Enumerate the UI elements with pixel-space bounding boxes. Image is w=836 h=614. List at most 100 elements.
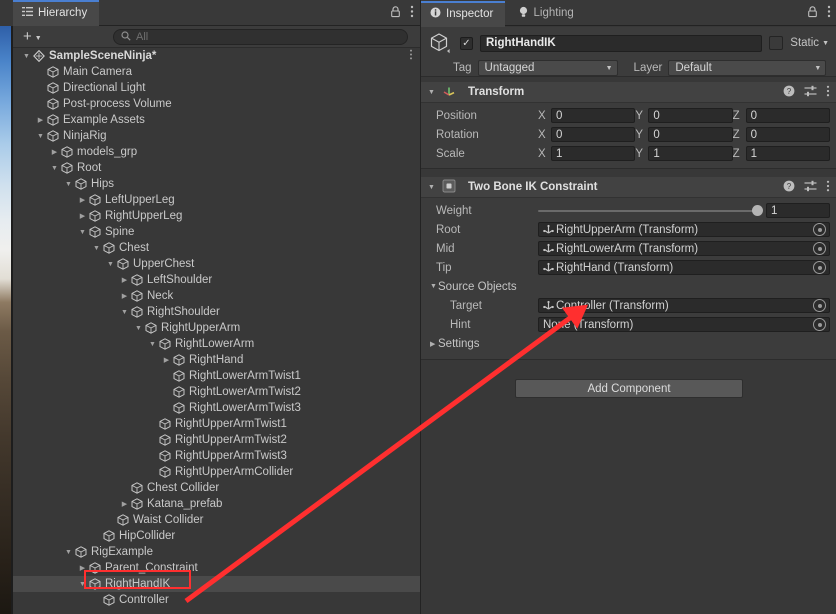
- hierarchy-row-directional-light[interactable]: Directional Light: [13, 80, 420, 96]
- chevron-right-icon[interactable]: ▶: [49, 148, 60, 156]
- hierarchy-row-main-camera[interactable]: Main Camera: [13, 64, 420, 80]
- kebab-menu-icon[interactable]: [827, 5, 831, 21]
- preset-sliders-icon[interactable]: [804, 180, 817, 195]
- chevron-down-icon[interactable]: ▼: [49, 165, 60, 172]
- hierarchy-row-post-process-volume[interactable]: Post-process Volume: [13, 96, 420, 112]
- source-hint-field[interactable]: None (Transform): [538, 317, 830, 332]
- hierarchy-row-spine[interactable]: ▼ Spine: [13, 224, 420, 240]
- chevron-down-icon[interactable]: ▼: [147, 341, 158, 348]
- tab-lighting[interactable]: Lighting: [509, 0, 586, 26]
- chevron-down-icon[interactable]: ▼: [119, 309, 130, 316]
- chevron-right-icon[interactable]: ▶: [161, 356, 172, 364]
- source-target-picker-icon[interactable]: [813, 299, 826, 312]
- weight-slider-handle[interactable]: [752, 204, 763, 216]
- chevron-right-icon[interactable]: ▶: [35, 116, 46, 124]
- hierarchy-row-leftupperleg[interactable]: ▶ LeftUpperLeg: [13, 192, 420, 208]
- hierarchy-row-hips[interactable]: ▼ Hips: [13, 176, 420, 192]
- ik-root-picker-icon[interactable]: [813, 223, 826, 236]
- chevron-down-icon[interactable]: ▼: [428, 89, 436, 96]
- transform-scale-y-field[interactable]: 1: [648, 146, 733, 161]
- hierarchy-row-root[interactable]: ▼ Root: [13, 160, 420, 176]
- kebab-menu-icon[interactable]: [826, 85, 830, 100]
- hierarchy-row-controller[interactable]: Controller: [13, 592, 420, 608]
- kebab-menu-icon[interactable]: [826, 180, 830, 195]
- settings-group[interactable]: ▶ Settings: [421, 334, 836, 353]
- hierarchy-row-ninjarig[interactable]: ▼ NinjaRig: [13, 128, 420, 144]
- chevron-down-icon[interactable]: ▼: [21, 53, 32, 60]
- hierarchy-row-rightupperarmtwist3[interactable]: RightUpperArmTwist3: [13, 448, 420, 464]
- transform-rotation-z-field[interactable]: 0: [745, 127, 830, 142]
- two-bone-ik-header[interactable]: ▼ Two Bone IK Constraint ?: [421, 177, 836, 198]
- chevron-right-icon[interactable]: ▶: [119, 276, 130, 284]
- chevron-down-icon[interactable]: ▼: [428, 283, 438, 290]
- transform-header[interactable]: ▼ Transform ?: [421, 82, 836, 103]
- hierarchy-row-rightlowerarmtwist2[interactable]: RightLowerArmTwist2: [13, 384, 420, 400]
- source-hint-picker-icon[interactable]: [813, 318, 826, 331]
- chevron-right-icon[interactable]: ▶: [77, 212, 88, 220]
- hierarchy-row-parent-constraint[interactable]: ▶ Parent_Constraint: [13, 560, 420, 576]
- hierarchy-row-hipcollider[interactable]: HipCollider: [13, 528, 420, 544]
- hierarchy-search[interactable]: [113, 29, 408, 45]
- chevron-right-icon[interactable]: ▶: [428, 340, 438, 348]
- ik-mid-field[interactable]: RightLowerArm (Transform): [538, 241, 830, 256]
- hierarchy-row-models-grp[interactable]: ▶ models_grp: [13, 144, 420, 160]
- chevron-down-icon[interactable]: ▼: [428, 184, 436, 191]
- lock-icon[interactable]: [390, 5, 401, 21]
- hierarchy-row-righthandik[interactable]: ▼ RightHandIK: [13, 576, 420, 592]
- hierarchy-row-rightlowerarmtwist3[interactable]: RightLowerArmTwist3: [13, 400, 420, 416]
- game-object-enabled-checkbox[interactable]: ✓: [460, 36, 473, 50]
- game-object-name-field[interactable]: RightHandIK: [480, 34, 763, 52]
- hierarchy-tree[interactable]: ▼ SampleSceneNinja* Main Camera Directional…: [13, 48, 420, 614]
- chevron-down-icon[interactable]: ▼: [91, 245, 102, 252]
- static-checkbox[interactable]: [769, 36, 784, 50]
- help-icon[interactable]: ?: [783, 85, 795, 100]
- hierarchy-row-rightupperleg[interactable]: ▶ RightUpperLeg: [13, 208, 420, 224]
- transform-position-z-field[interactable]: 0: [745, 108, 830, 123]
- create-object-button[interactable]: + ▼: [19, 29, 46, 44]
- help-icon[interactable]: ?: [783, 180, 795, 195]
- transform-position-x-field[interactable]: 0: [551, 108, 636, 123]
- hierarchy-row-neck[interactable]: ▶ Neck: [13, 288, 420, 304]
- kebab-menu-icon[interactable]: [409, 49, 413, 63]
- hierarchy-row-chest[interactable]: ▼ Chest: [13, 240, 420, 256]
- ik-root-field[interactable]: RightUpperArm (Transform): [538, 222, 830, 237]
- hierarchy-row-rightshoulder[interactable]: ▼ RightShoulder: [13, 304, 420, 320]
- static-dropdown[interactable]: Static ▼: [790, 37, 829, 49]
- tag-dropdown[interactable]: Untagged ▼: [477, 60, 618, 76]
- lock-icon[interactable]: [807, 5, 818, 21]
- hierarchy-row-katana-prefab[interactable]: ▶ Katana_prefab: [13, 496, 420, 512]
- transform-scale-x-field[interactable]: 1: [551, 146, 636, 161]
- ik-mid-picker-icon[interactable]: [813, 242, 826, 255]
- ik-tip-field[interactable]: RightHand (Transform): [538, 260, 830, 275]
- weight-slider[interactable]: [538, 204, 763, 216]
- hierarchy-row-waist-collider[interactable]: Waist Collider: [13, 512, 420, 528]
- chevron-down-icon[interactable]: ▼: [63, 549, 74, 556]
- hierarchy-row-rightupperarmcollider[interactable]: RightUpperArmCollider: [13, 464, 420, 480]
- weight-value-field[interactable]: 1: [766, 203, 830, 218]
- hierarchy-search-input[interactable]: [136, 31, 400, 43]
- hierarchy-row-samplesceneninja[interactable]: ▼ SampleSceneNinja*: [13, 48, 420, 64]
- hierarchy-row-rigexample[interactable]: ▼ RigExample: [13, 544, 420, 560]
- hierarchy-row-upperchest[interactable]: ▼ UpperChest: [13, 256, 420, 272]
- chevron-right-icon[interactable]: ▶: [77, 196, 88, 204]
- hierarchy-row-rightupperarm[interactable]: ▼ RightUpperArm: [13, 320, 420, 336]
- transform-position-y-field[interactable]: 0: [648, 108, 733, 123]
- chevron-right-icon[interactable]: ▶: [119, 292, 130, 300]
- chevron-right-icon[interactable]: ▶: [77, 564, 88, 572]
- preset-sliders-icon[interactable]: [804, 85, 817, 100]
- chevron-down-icon[interactable]: ▼: [105, 261, 116, 268]
- chevron-down-icon[interactable]: ▼: [133, 325, 144, 332]
- hierarchy-row-rightupperarmtwist1[interactable]: RightUpperArmTwist1: [13, 416, 420, 432]
- hierarchy-row-rightupperarmtwist2[interactable]: RightUpperArmTwist2: [13, 432, 420, 448]
- hierarchy-row-chest-collider[interactable]: Chest Collider: [13, 480, 420, 496]
- source-objects-group[interactable]: ▼ Source Objects: [421, 277, 836, 296]
- transform-rotation-x-field[interactable]: 0: [551, 127, 636, 142]
- tab-hierarchy[interactable]: Hierarchy: [13, 0, 100, 26]
- ik-tip-picker-icon[interactable]: [813, 261, 826, 274]
- kebab-menu-icon[interactable]: [410, 5, 414, 21]
- source-target-field[interactable]: Controller (Transform): [538, 298, 830, 313]
- hierarchy-row-righthand[interactable]: ▶ RightHand: [13, 352, 420, 368]
- layer-dropdown[interactable]: Default ▼: [668, 60, 827, 76]
- transform-rotation-y-field[interactable]: 0: [648, 127, 733, 142]
- transform-scale-z-field[interactable]: 1: [745, 146, 830, 161]
